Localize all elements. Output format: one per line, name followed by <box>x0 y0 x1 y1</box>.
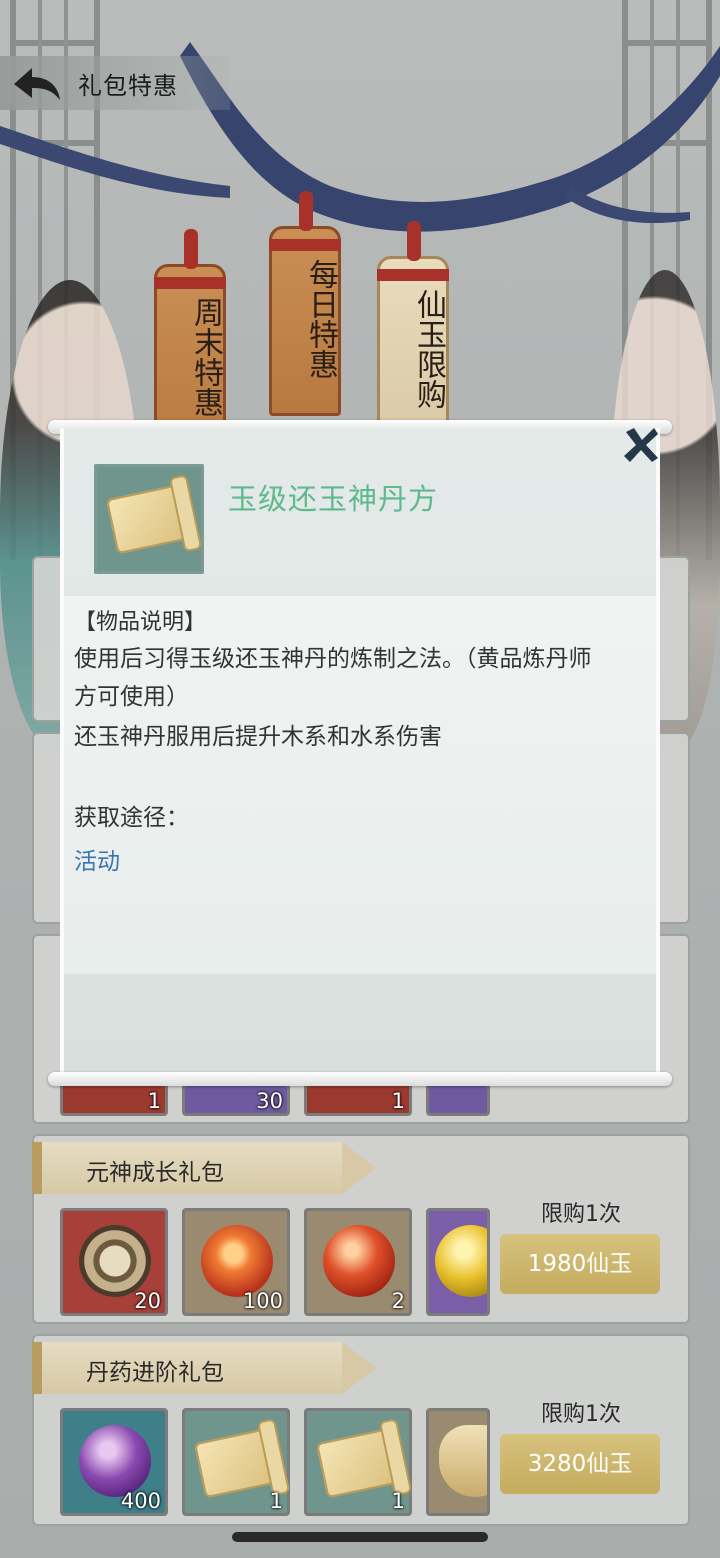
close-button[interactable] <box>620 424 662 466</box>
gold-pearl-icon <box>435 1225 487 1297</box>
tab-knot <box>184 229 198 269</box>
package-title: 丹药进阶礼包 <box>86 1360 224 1386</box>
scroll-icon <box>106 483 192 555</box>
item-slot[interactable]: 2 <box>304 1208 412 1316</box>
item-slot[interactable]: 1 <box>182 1408 290 1516</box>
package-title-ribbon: 元神成长礼包 <box>32 1142 376 1194</box>
tab-knot <box>299 191 313 231</box>
item-count: 1 <box>391 1089 405 1113</box>
package-title: 元神成长礼包 <box>86 1160 224 1186</box>
item-name: 玉级还玉神丹方 <box>228 482 439 516</box>
purchase-limit: 限购1次 <box>541 1402 621 1427</box>
item-count: 1 <box>147 1089 161 1113</box>
item-slot[interactable]: 400 <box>60 1408 168 1516</box>
package-card-spirit-growth: 元神成长礼包 20 100 2 限购1次 1980仙玉 <box>32 1134 690 1324</box>
package-title-ribbon: 丹药进阶礼包 <box>32 1342 376 1394</box>
close-icon <box>624 428 658 462</box>
item-count: 400 <box>120 1489 161 1513</box>
item-detail-modal: 玉级还玉神丹方 【物品说明】 使用后习得玉级还玉神丹的炼制之法。（黄品炼丹师方可… <box>60 428 660 1078</box>
item-slot[interactable]: 100 <box>182 1208 290 1316</box>
recipe-scroll-icon <box>194 1427 280 1499</box>
tab-label: 每日特惠 <box>303 259 338 379</box>
modal-footer <box>64 974 656 1078</box>
item-description: 使用后习得玉级还玉神丹的炼制之法。（黄品炼丹师方可使用） <box>74 646 592 710</box>
item-icon-frame <box>94 464 204 574</box>
buy-button[interactable]: 1980仙玉 <box>500 1234 660 1294</box>
item-count: 100 <box>242 1289 283 1313</box>
buy-button[interactable]: 3280仙玉 <box>500 1434 660 1494</box>
red-pearl-icon <box>323 1225 395 1297</box>
item-slot[interactable]: 20 <box>60 1208 168 1316</box>
source-label: 获取途径： <box>74 805 189 831</box>
item-slot[interactable]: 1 <box>304 1408 412 1516</box>
home-indicator[interactable] <box>232 1532 488 1542</box>
item-count: 20 <box>134 1289 161 1313</box>
purchase-limit: 限购1次 <box>541 1202 621 1227</box>
page-title: 礼包特惠 <box>78 72 178 100</box>
modal-bottom-roller <box>48 1072 672 1086</box>
tab-daily-special[interactable]: 每日特惠 <box>269 191 341 416</box>
fire-orb-icon <box>201 1225 273 1297</box>
item-count: 1 <box>391 1489 405 1513</box>
tab-jade-limited[interactable]: 仙玉限购 <box>377 221 449 446</box>
item-effect-description: 还玉神丹服用后提升木系和水系伤害 <box>74 724 442 750</box>
pouch-icon <box>439 1425 487 1497</box>
purple-crystal-icon <box>79 1425 151 1497</box>
tab-knot <box>407 221 421 261</box>
item-count: 1 <box>269 1489 283 1513</box>
bronze-disc-icon <box>79 1225 151 1297</box>
source-link[interactable]: 活动 <box>74 842 120 876</box>
package-card-elixir-advance: 丹药进阶礼包 400 1 1 限购1次 3280仙玉 <box>32 1334 690 1526</box>
item-count: 30 <box>256 1089 283 1113</box>
tab-label: 仙玉限购 <box>411 289 446 409</box>
description-header: 【物品说明】 <box>74 610 207 635</box>
recipe-scroll-icon <box>316 1427 402 1499</box>
item-slot[interactable] <box>426 1408 490 1516</box>
item-count: 2 <box>391 1289 405 1313</box>
back-button[interactable] <box>10 64 64 104</box>
back-arrow-icon <box>14 68 60 100</box>
tab-label: 周末特惠 <box>188 297 223 417</box>
item-slot[interactable] <box>426 1208 490 1316</box>
